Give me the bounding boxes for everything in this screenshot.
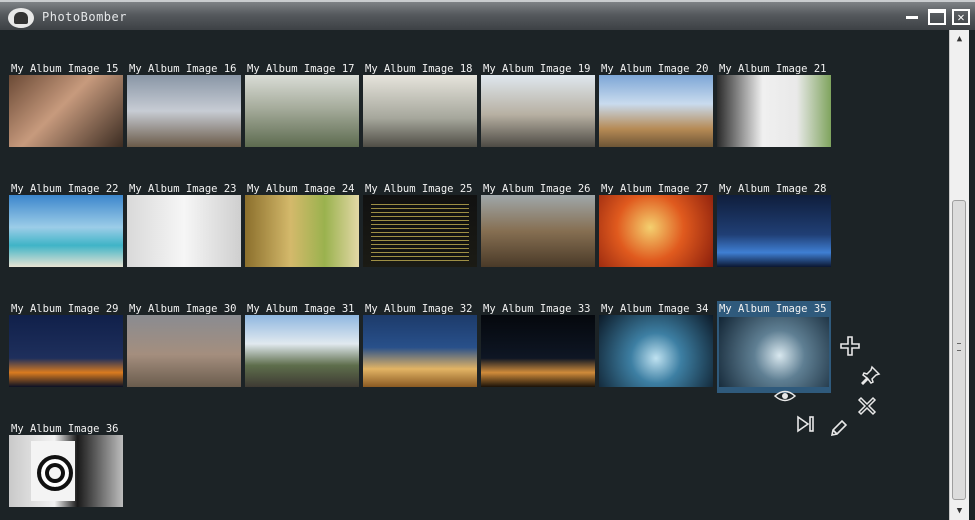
app-logo-icon	[8, 8, 34, 28]
gallery-item[interactable]: My Album Image 18	[363, 61, 477, 153]
gallery-item[interactable]: My Album Image 15	[9, 61, 123, 153]
image-thumbnail[interactable]	[717, 195, 831, 267]
pencil-icon[interactable]	[829, 418, 849, 442]
image-label: My Album Image 20	[601, 63, 709, 75]
image-thumbnail[interactable]	[245, 315, 359, 387]
gallery-item[interactable]: My Album Image 28	[717, 181, 831, 273]
skip-next-icon[interactable]	[796, 415, 816, 437]
image-label: My Album Image 33	[483, 303, 591, 315]
close-button[interactable]: ✕	[952, 9, 970, 25]
image-thumbnail[interactable]	[481, 315, 595, 387]
gallery-item[interactable]: My Album Image 23	[127, 181, 241, 273]
image-label: My Album Image 28	[719, 183, 827, 195]
gallery-item[interactable]: My Album Image 33	[481, 301, 595, 393]
image-label: My Album Image 18	[365, 63, 473, 75]
window-titlebar[interactable]: PhotoBomber ✕	[0, 0, 975, 30]
image-thumbnail[interactable]	[599, 315, 713, 387]
plus-icon[interactable]	[840, 336, 860, 360]
image-label: My Album Image 17	[247, 63, 355, 75]
image-label: My Album Image 35	[719, 303, 827, 315]
image-thumbnail[interactable]	[363, 75, 477, 147]
scrollbar-grip-icon	[957, 343, 961, 351]
gallery-item[interactable]: My Album Image 21	[717, 61, 831, 153]
image-thumbnail[interactable]	[599, 75, 713, 147]
image-thumbnail[interactable]	[9, 435, 123, 507]
image-label: My Album Image 26	[483, 183, 591, 195]
image-label: My Album Image 24	[247, 183, 355, 195]
gallery-item[interactable]: My Album Image 30	[127, 301, 241, 393]
gallery-item-selected[interactable]: My Album Image 35	[717, 301, 831, 393]
gallery-item[interactable]: My Album Image 36	[9, 421, 123, 513]
gallery-item[interactable]: My Album Image 25	[363, 181, 477, 273]
vertical-scrollbar[interactable]: ▲ ▼	[949, 30, 969, 520]
image-label: My Album Image 25	[365, 183, 473, 195]
image-thumbnail[interactable]	[245, 75, 359, 147]
image-thumbnail[interactable]	[481, 75, 595, 147]
image-thumbnail[interactable]	[127, 75, 241, 147]
gallery-item[interactable]: My Album Image 16	[127, 61, 241, 153]
window-edge	[969, 30, 975, 520]
gallery-item[interactable]: My Album Image 17	[245, 61, 359, 153]
maximize-button[interactable]	[928, 9, 946, 25]
gallery-item[interactable]: My Album Image 24	[245, 181, 359, 273]
gallery-item[interactable]: My Album Image 20	[599, 61, 713, 153]
image-label: My Album Image 15	[11, 63, 119, 75]
image-thumbnail[interactable]	[127, 315, 241, 387]
gallery-item[interactable]: My Album Image 32	[363, 301, 477, 393]
image-label: My Album Image 32	[365, 303, 473, 315]
image-thumbnail[interactable]	[363, 195, 477, 267]
image-label: My Album Image 31	[247, 303, 355, 315]
window-title: PhotoBomber	[42, 10, 127, 24]
image-thumbnail[interactable]	[717, 75, 831, 147]
gallery-item[interactable]: My Album Image 19	[481, 61, 595, 153]
eye-icon[interactable]	[773, 388, 797, 407]
image-label: My Album Image 34	[601, 303, 709, 315]
image-thumbnail[interactable]	[9, 315, 123, 387]
scroll-up-arrow-icon[interactable]: ▲	[950, 32, 969, 46]
image-label: My Album Image 36	[11, 423, 119, 435]
gallery-item[interactable]: My Album Image 31	[245, 301, 359, 393]
gallery-item[interactable]: My Album Image 34	[599, 301, 713, 393]
image-thumbnail[interactable]	[9, 195, 123, 267]
image-thumbnail[interactable]	[127, 195, 241, 267]
image-thumbnail[interactable]	[481, 195, 595, 267]
pin-icon[interactable]	[860, 365, 881, 389]
image-thumbnail[interactable]	[599, 195, 713, 267]
gallery-item[interactable]: My Album Image 29	[9, 301, 123, 393]
image-label: My Album Image 21	[719, 63, 827, 75]
image-thumbnail[interactable]	[363, 315, 477, 387]
image-label: My Album Image 27	[601, 183, 709, 195]
image-label: My Album Image 22	[11, 183, 119, 195]
image-thumbnail[interactable]	[245, 195, 359, 267]
image-thumbnail[interactable]	[9, 75, 123, 147]
gallery-grid: My Album Image 15 My Album Image 16 My A…	[0, 30, 948, 520]
image-label: My Album Image 29	[11, 303, 119, 315]
scroll-down-arrow-icon[interactable]: ▼	[950, 504, 969, 518]
image-label: My Album Image 16	[129, 63, 237, 75]
gallery-item[interactable]: My Album Image 26	[481, 181, 595, 273]
image-label: My Album Image 19	[483, 63, 591, 75]
image-label: My Album Image 30	[129, 303, 237, 315]
scrollbar-thumb[interactable]	[952, 200, 966, 500]
gallery-item[interactable]: My Album Image 22	[9, 181, 123, 273]
image-label: My Album Image 23	[129, 183, 237, 195]
gallery-item[interactable]: My Album Image 27	[599, 181, 713, 273]
x-icon[interactable]	[857, 396, 877, 420]
minimize-button[interactable]	[903, 9, 921, 25]
image-thumbnail[interactable]	[719, 317, 829, 387]
